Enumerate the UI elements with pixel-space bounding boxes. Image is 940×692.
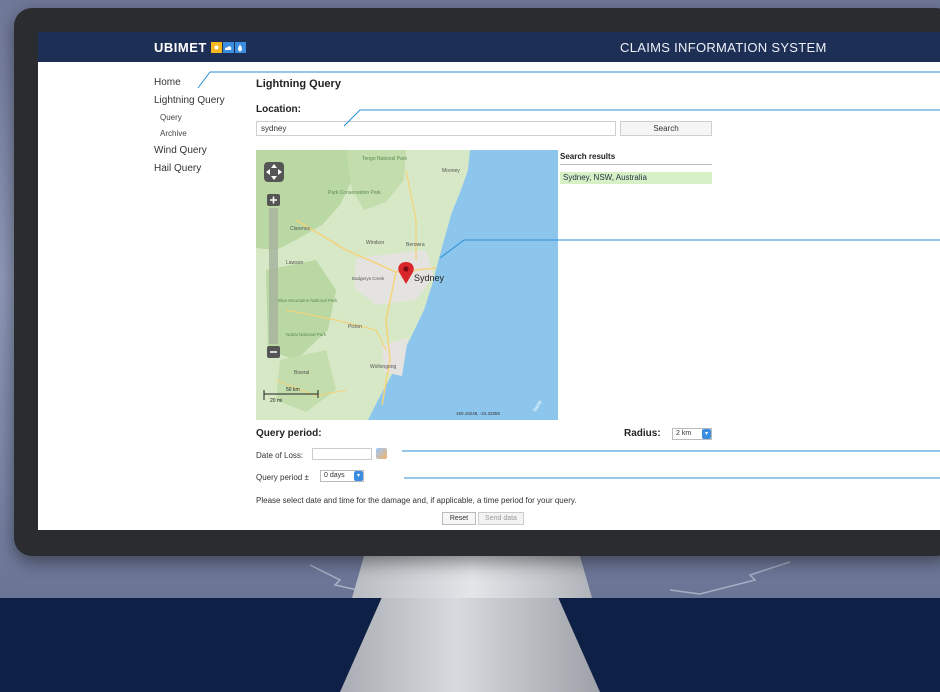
lightning-bolt-icon [669,561,791,595]
radius-select[interactable]: 2 km ▾ [672,428,712,440]
map-label: Clarence [290,226,310,232]
search-result-item[interactable]: Sydney, NSW, Australia [560,172,712,184]
reset-button[interactable]: Reset [442,512,476,525]
map-label: Bowral [294,370,309,376]
send-data-button[interactable]: Send data [478,512,524,525]
brand-name: UBIMET [154,40,207,55]
monitor-stand-base [340,598,600,692]
map-coordinates: 150.18248, -34.33355 [456,411,501,416]
map-provider-logo: here [533,399,545,413]
sidebar-item-wind-query[interactable]: Wind Query [154,142,254,160]
drop-icon [234,42,246,53]
sidebar-nav: Home Lightning Query Query Archive Wind … [154,74,254,178]
app-header: UBIMET CLAIMS INFORMATION SYSTEM [38,32,940,62]
location-input[interactable] [256,121,616,136]
map-label-sydney: Sydney [414,273,445,283]
brand-icons [210,42,247,53]
radius-select-value: 2 km [676,430,692,437]
monitor-screen: UBIMET CLAIMS INFORMATION SYSTEM Home Li… [38,32,940,530]
query-period-select-value: 0 days [324,472,345,479]
svg-text:20 mi: 20 mi [270,398,282,404]
system-title: CLAIMS INFORMATION SYSTEM [620,40,827,55]
select-arrow-icon: ▾ [702,429,711,439]
sidebar-item-home[interactable]: Home [154,74,254,92]
map-label: Lawson [286,260,303,266]
map-label: Blue Mountains National Park [278,298,338,303]
calendar-icon[interactable] [376,448,387,459]
sidebar-subitem-archive[interactable]: Archive [154,126,254,142]
query-period-select[interactable]: 0 days ▾ [320,470,364,482]
map-label: Picton [348,324,362,330]
zoom-in-button[interactable] [267,194,280,206]
zoom-out-button[interactable] [267,346,280,358]
instructions-text: Please select date and time for the dama… [256,496,577,505]
sidebar-subitem-query[interactable]: Query [154,110,254,126]
date-of-loss-input[interactable] [312,448,372,460]
sidebar-item-lightning-query[interactable]: Lightning Query [154,92,254,110]
map-pan-control[interactable] [264,162,284,182]
map-label: Park Conservation Park [328,190,381,196]
search-button[interactable]: Search [620,121,712,136]
map-view[interactable]: Tengo National Park Park Conservation Pa… [256,150,558,420]
map-label: Windsor [366,240,385,246]
zoom-slider[interactable] [269,208,278,344]
map-label: Berowra [406,242,425,248]
monitor-stand-neck [352,556,592,598]
radius-label: Radius: [624,428,661,439]
map-label: Nattai National Park [286,332,327,337]
search-results-title: Search results [560,152,712,165]
location-label: Location: [256,104,301,115]
query-period-label: Query period ± [256,473,309,482]
map-label: Badgerys Creek [352,276,385,281]
query-period-title: Query period: [256,428,322,439]
brand-logo[interactable]: UBIMET [154,40,247,55]
map-label: Wollongong [370,364,397,370]
svg-text:50 km: 50 km [286,387,300,393]
sun-icon [210,42,222,53]
date-of-loss-label: Date of Loss: [256,451,304,460]
map-label: Mooney [442,168,460,174]
select-arrow-icon: ▾ [354,471,363,481]
map-label: Tengo National Park [362,156,408,162]
sidebar-item-hail-query[interactable]: Hail Query [154,160,254,178]
cloud-icon [222,42,234,53]
page-title: Lightning Query [256,78,341,90]
